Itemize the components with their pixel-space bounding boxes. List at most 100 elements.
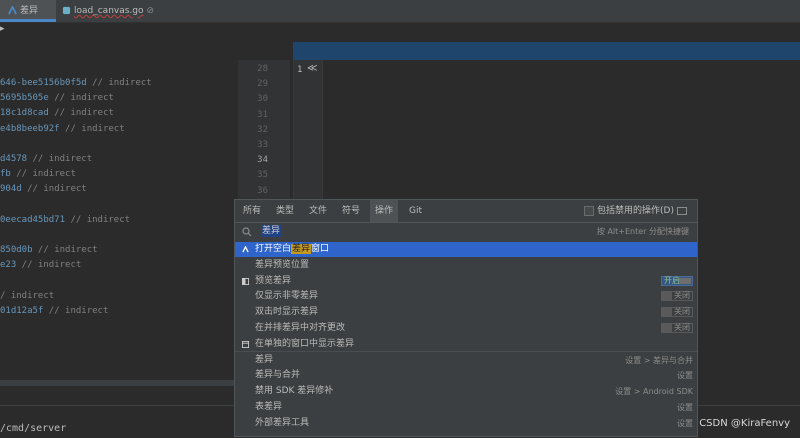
- code-hash: 18c1d8cad: [0, 108, 49, 119]
- line-number: 35: [257, 170, 268, 181]
- result-row[interactable]: 在并排差异中对齐更改 关闭: [235, 321, 697, 336]
- code-comment: // indirect: [43, 306, 109, 316]
- code-line: 5695b505e // indirect: [0, 93, 114, 103]
- code-line: / indirect: [0, 291, 54, 301]
- tab-classes[interactable]: 类型: [276, 200, 294, 222]
- tab-load-canvas[interactable]: load_canvas.go ⊘: [58, 0, 154, 22]
- line-number: 36: [257, 185, 268, 196]
- tab-symbols[interactable]: 符号: [342, 200, 360, 222]
- code-hash: 850d0b: [0, 245, 33, 256]
- code-comment: // indirect: [48, 108, 114, 119]
- result-label: 差异预览位置: [255, 259, 310, 270]
- group-divider: [235, 351, 697, 352]
- result-label: 预览差异: [255, 275, 292, 286]
- result-label: 仅显示非零差异: [255, 291, 319, 302]
- search-row: 差异 按 Alt+Enter 分配快捷键: [235, 223, 697, 241]
- code-comment: // indirect: [21, 184, 87, 195]
- diff-icon: [242, 246, 249, 253]
- line-number: 30: [257, 94, 268, 105]
- line-number: 34: [257, 155, 268, 166]
- editor-tab-bar: 差异 load_canvas.go ⊘: [0, 0, 800, 23]
- tab-files[interactable]: 文件: [309, 200, 327, 222]
- toggle-switch-off[interactable]: 关闭: [661, 307, 693, 318]
- terminal-path: /cmd/server: [0, 423, 67, 434]
- search-icon: [242, 227, 252, 237]
- panel-icon: [242, 277, 249, 285]
- toggle-switch-on[interactable]: 开启: [661, 275, 693, 286]
- code-comment: // indirect: [27, 154, 93, 164]
- result-location: 设置: [677, 418, 693, 428]
- code-hash: fb: [0, 169, 11, 180]
- result-location: 设置 > 差异与合并: [625, 355, 693, 365]
- result-location: 设置: [677, 403, 693, 412]
- result-row[interactable]: 打开空白差异窗口: [235, 242, 697, 257]
- code-comment: // indirect: [86, 78, 152, 88]
- result-row[interactable]: 在单独的窗口中显示差异: [235, 337, 697, 352]
- tab-actions[interactable]: 操作: [370, 200, 399, 222]
- result-label: 差异: [255, 354, 274, 365]
- code-comment: // indirect: [10, 169, 76, 180]
- toggle-switch-off[interactable]: 关闭: [661, 323, 693, 333]
- result-label: 在单独的窗口中显示差异: [255, 338, 355, 349]
- result-label: 在并排差异中对齐更改: [255, 323, 346, 333]
- result-row[interactable]: 禁用 SDK 差异修补 设置 > Android SDK: [235, 384, 697, 399]
- result-location: 设置: [677, 371, 693, 381]
- code-line: 850d0b // indirect: [0, 245, 98, 255]
- code-hash: 01d12a5f: [0, 306, 44, 316]
- code-comment: // indirect: [32, 245, 98, 256]
- search-everywhere-popup: 所有 类型 文件 符号 操作 Git 包括禁用的操作(D) 差异 按 Alt+E…: [234, 199, 698, 437]
- result-label: 外部差异工具: [255, 417, 310, 428]
- include-disabled-checkbox[interactable]: [584, 206, 594, 216]
- tab-git[interactable]: Git: [409, 200, 422, 222]
- close-tab-icon[interactable]: ⊘: [147, 6, 155, 16]
- diff-header-bar: [293, 42, 800, 60]
- result-label: 差异与合并: [255, 370, 301, 381]
- horizontal-scrollbar[interactable]: [0, 380, 238, 386]
- result-row[interactable]: 预览差异 开启: [235, 274, 697, 289]
- tab-overflow-glyph[interactable]: ▸: [0, 24, 5, 34]
- fold-icon[interactable]: ≪: [307, 63, 317, 74]
- code-hash: 646-bee5156b0f5d: [0, 78, 87, 88]
- tab-diff-label: 差异: [20, 6, 39, 16]
- result-row[interactable]: 双击时显示差异 关闭: [235, 305, 697, 320]
- code-comment: / indirect: [0, 290, 55, 301]
- line-number: 29: [257, 79, 268, 90]
- code-hash: d4578: [0, 154, 28, 164]
- toggle-switch-off[interactable]: 关闭: [661, 291, 693, 302]
- result-label: 双击时显示差异: [255, 307, 319, 318]
- code-line: e4b8beeb92f // indirect: [0, 124, 125, 134]
- result-row[interactable]: 差异 设置 > 差异与合并: [235, 353, 697, 368]
- right-line-number: 1: [297, 65, 303, 75]
- tab-diff[interactable]: 差异: [0, 0, 56, 22]
- code-hash: e23: [0, 260, 17, 271]
- line-number: 33: [257, 140, 268, 150]
- code-line: d4578 // indirect: [0, 154, 92, 164]
- code-comment: // indirect: [65, 214, 131, 225]
- code-comment: // indirect: [16, 260, 82, 271]
- result-label: 表差异: [255, 402, 283, 412]
- result-row[interactable]: 外部差异工具 设置: [235, 416, 697, 431]
- line-number: 28: [257, 64, 268, 74]
- result-row[interactable]: 差异与合并 设置: [235, 368, 697, 383]
- search-input[interactable]: 差异: [261, 225, 282, 237]
- code-line: 18c1d8cad // indirect: [0, 108, 114, 118]
- diff-icon: [8, 6, 17, 15]
- result-row[interactable]: 表差异 设置: [235, 400, 697, 415]
- include-disabled-label: 包括禁用的操作(D): [597, 206, 674, 216]
- tab-all[interactable]: 所有: [243, 200, 261, 222]
- go-file-icon: [62, 6, 71, 15]
- result-row[interactable]: 差异预览位置: [235, 258, 697, 273]
- result-label: 打开空白差异窗口: [255, 244, 330, 254]
- open-in-window-icon[interactable]: [677, 207, 687, 215]
- window-icon: [242, 340, 249, 348]
- result-label: 禁用 SDK 差异修补: [255, 386, 334, 397]
- code-hash: 5695b505e: [0, 93, 49, 104]
- code-hash: 0eecad45bd71: [0, 214, 66, 225]
- line-number: 31: [257, 109, 268, 120]
- search-hint: 按 Alt+Enter 分配快捷键: [596, 227, 689, 236]
- result-location: 设置 > Android SDK: [615, 387, 693, 397]
- left-code-pane[interactable]: 646-bee5156b0f5d // indirect 5695b505e //…: [0, 60, 238, 382]
- match-highlight: 差异: [291, 244, 312, 254]
- result-row[interactable]: 仅显示非零差异 关闭: [235, 289, 697, 304]
- tab-load-canvas-label: load_canvas.go: [74, 6, 144, 16]
